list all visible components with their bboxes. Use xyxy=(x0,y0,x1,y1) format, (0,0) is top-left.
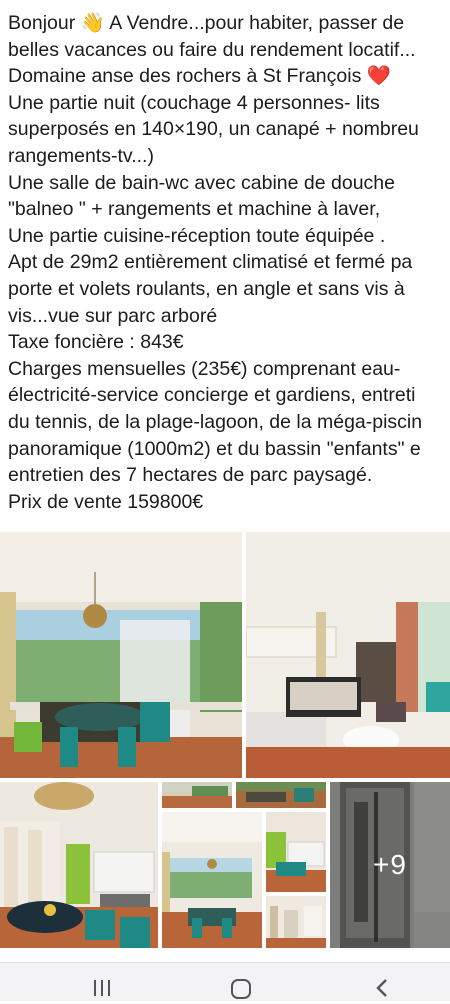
post-line: Prix de vente 159800€ xyxy=(8,490,204,513)
post-line: Charges mensuelles (235€) comprenant eau… xyxy=(8,357,401,380)
photo-terrace-thumb[interactable] xyxy=(162,782,232,808)
post-line: "balneo " + rangements et machine à lave… xyxy=(8,198,381,221)
post-line: Une partie cuisine-réception toute équip… xyxy=(8,224,386,247)
post-line: superposés en 140×190, un canapé + nombr… xyxy=(8,118,419,141)
post-line: panoramique (1000m2) et du bassin "enfan… xyxy=(8,437,421,460)
post-line: porte et volets roulants, en angle et sa… xyxy=(8,277,405,300)
post-line: Taxe foncière : 843€ xyxy=(8,331,184,354)
system-navigation-bar xyxy=(0,962,450,1001)
photo-shower-cabin[interactable]: +9 xyxy=(330,782,450,948)
post-line: du tennis, de la plage-lagoon, de la még… xyxy=(8,410,423,433)
post-line: Domaine anse des rochers à St François ❤… xyxy=(8,65,392,88)
post-line: Bonjour 👋 A Vendre...pour habiter, passe… xyxy=(8,12,405,34)
post-line: Apt de 29m2 entièrement climatisé et fer… xyxy=(8,251,413,274)
more-photos-count[interactable]: +9 xyxy=(330,782,450,948)
photo-kitchen-living[interactable] xyxy=(0,782,158,948)
photo-kitchen-thumb[interactable] xyxy=(266,812,326,892)
post-line: rangements-tv...) xyxy=(8,144,154,167)
post-line: entretien des 7 hectares de parc paysagé… xyxy=(8,464,373,487)
post-line: vis...vue sur parc arboré xyxy=(8,304,218,327)
post-line: belles vacances ou faire du rendement lo… xyxy=(8,38,416,61)
post-line: électricité-service concierge et gardien… xyxy=(8,384,416,407)
photo-dining-thumb[interactable] xyxy=(162,812,262,948)
photo-bedroom-thumb[interactable] xyxy=(266,896,326,948)
photo-balcony-thumb[interactable] xyxy=(236,782,326,808)
photo-veranda-dining[interactable] xyxy=(0,532,242,778)
post-text: Bonjour 👋 A Vendre...pour habiter, passe… xyxy=(8,10,450,515)
post-line: Une partie nuit (couchage 4 personnes- l… xyxy=(8,91,380,114)
photo-bunk-bedroom[interactable] xyxy=(246,532,450,778)
post-line: Une salle de bain-wc avec cabine de douc… xyxy=(8,171,396,194)
